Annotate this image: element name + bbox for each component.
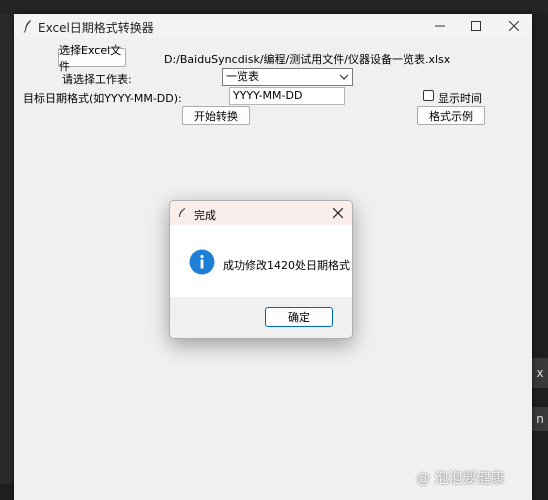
dialog-message: 成功修改1420处日期格式 (223, 259, 350, 272)
sheet-select-value: 一览表 (226, 70, 259, 83)
chevron-down-icon (339, 74, 349, 80)
info-icon (189, 249, 215, 275)
select-excel-button[interactable]: 选择Excel文件 (58, 44, 126, 73)
completion-dialog: 完成 成功修改1420处日期格式 确定 (169, 200, 353, 339)
minimize-button[interactable] (422, 14, 458, 38)
title-bar[interactable]: Excel日期格式转换器 (14, 14, 532, 38)
sheet-label: 请选择工作表: (62, 73, 132, 86)
show-time-checkbox[interactable] (423, 90, 434, 101)
date-format-label: 目标日期格式(如YYYY-MM-DD): (23, 92, 182, 105)
background-panel-glyph: x (532, 358, 548, 388)
close-icon (509, 21, 519, 31)
show-time-label[interactable]: 显示时间 (438, 90, 482, 106)
ok-button[interactable]: 确定 (265, 307, 333, 327)
format-example-button[interactable]: 格式示例 (417, 106, 485, 125)
desktop-background-bottom (0, 484, 14, 500)
maximize-button[interactable] (458, 14, 494, 38)
desktop-background (0, 0, 548, 14)
dialog-title-bar[interactable]: 完成 (170, 201, 352, 225)
file-path-label: D:/BaiduSyncdisk/编程/测试用文件/仪器设备一览表.xlsx (164, 53, 451, 66)
sheet-select[interactable]: 一览表 (222, 68, 353, 86)
dialog-close-button[interactable] (328, 203, 348, 223)
feather-icon (179, 208, 185, 217)
feather-icon (23, 20, 31, 33)
background-panel-glyph-2: n (532, 407, 548, 431)
dialog-title: 完成 (194, 209, 216, 222)
close-button[interactable] (496, 14, 532, 38)
minimize-icon (435, 25, 445, 27)
close-icon (333, 208, 343, 218)
dialog-body: 成功修改1420处日期格式 (170, 225, 352, 297)
maximize-icon (471, 21, 481, 31)
date-format-input[interactable]: YYYY-MM-DD (229, 87, 345, 105)
start-convert-button[interactable]: 开始转换 (182, 106, 250, 125)
watermark: @ 泡泡要健康 (416, 471, 505, 487)
window-title: Excel日期格式转换器 (38, 21, 154, 35)
